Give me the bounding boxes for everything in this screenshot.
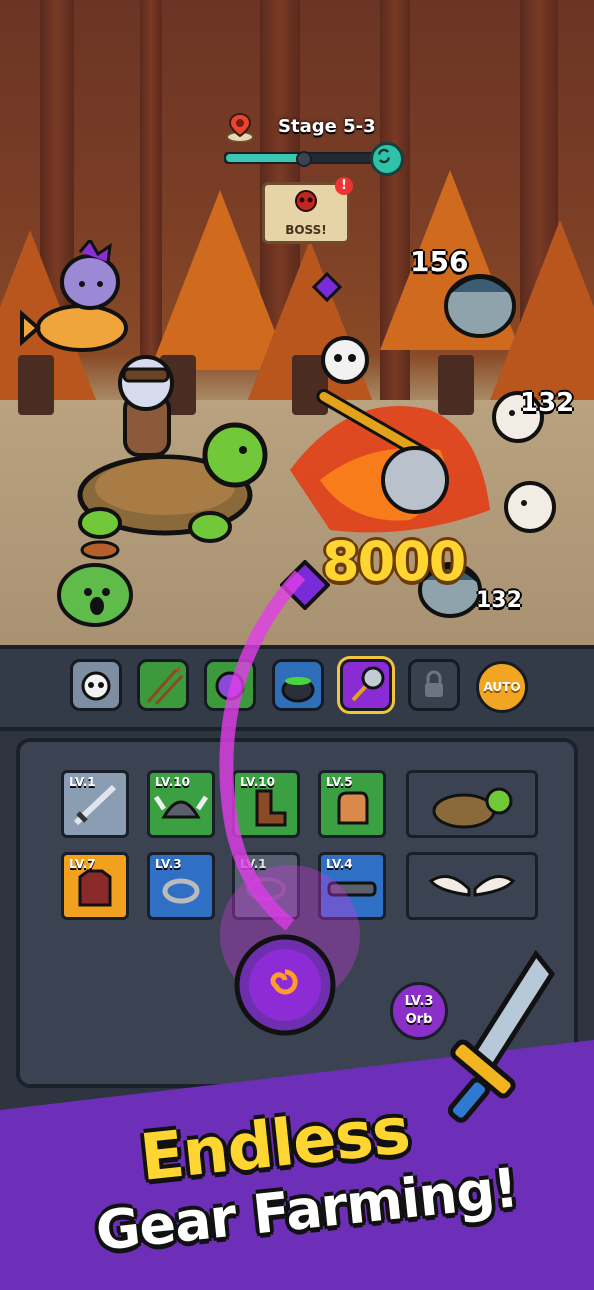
cat-on-fish-companion [20, 240, 128, 352]
gear-slot-weapon[interactable]: LV.1 [61, 770, 129, 838]
damage-number: 132 [476, 588, 522, 613]
damage-number: 132 [520, 388, 575, 418]
stage-progress-track [224, 151, 388, 167]
cactus-companion [57, 540, 133, 627]
orb-gem-icon[interactable] [230, 928, 340, 1038]
battle-scene: Stage 5-3 BOSS! ! 156 132 132 8000 [0, 0, 594, 645]
boss-skull-icon [295, 190, 317, 212]
stage-progress: Stage 5-3 [224, 112, 410, 176]
gear-level: LV.1 [69, 775, 96, 789]
gear-level: LV.7 [69, 857, 96, 871]
skull-bomb-icon [81, 671, 111, 701]
damage-number: 156 [410, 245, 469, 278]
gear-level: LV.3 [155, 857, 182, 871]
axe-fire-attack [290, 336, 490, 533]
stage-checkpoint [296, 151, 312, 167]
loop-stage-icon[interactable] [370, 142, 404, 176]
sword-icon [447, 949, 556, 1123]
fence-post [18, 355, 54, 415]
boss-alert-badge: ! [335, 177, 353, 195]
map-pin-icon [226, 112, 254, 142]
enemy-chicken [504, 481, 556, 533]
gear-slot-armor[interactable]: LV.7 [61, 852, 129, 920]
skill-skull-bomb[interactable] [70, 659, 122, 711]
purple-gem-icon [312, 272, 342, 302]
stage-progress-fill [226, 154, 306, 162]
hero-cat-on-turtle [77, 355, 268, 543]
auto-button[interactable]: AUTO [476, 661, 528, 713]
boss-label: BOSS! [285, 223, 327, 237]
stage-label: Stage 5-3 [278, 116, 376, 137]
boss-button[interactable]: BOSS! ! [262, 177, 353, 244]
